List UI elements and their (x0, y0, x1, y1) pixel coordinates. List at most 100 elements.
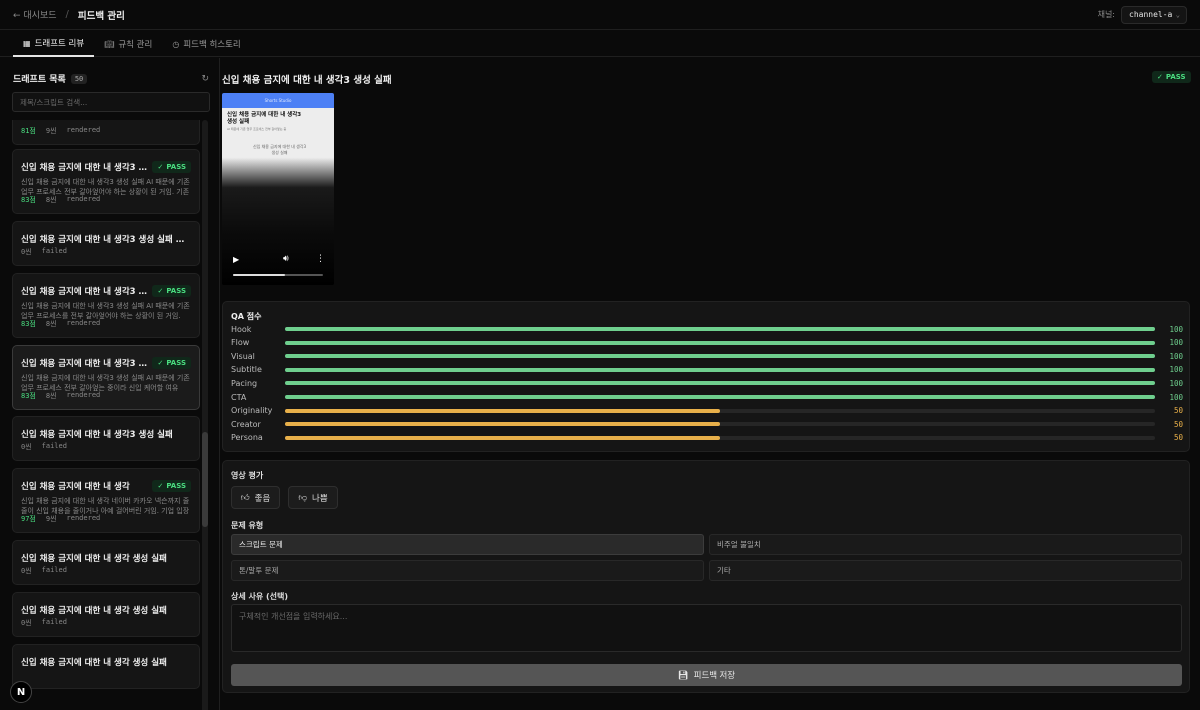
draft-list-item[interactable]: 신입 채용 금지에 대한 내 생각3 생성 실패 생성 ... 0씬 faile… (12, 221, 200, 266)
draft-title: 신입 채용 금지에 대한 내 생각3 생성 실패 (21, 430, 173, 440)
problem-option-visual[interactable]: 비주얼 불일치 (709, 534, 1182, 555)
pass-badge: ✓ PASS (152, 161, 191, 173)
draft-status: failed (41, 247, 67, 255)
qa-score-value: 100 (1169, 351, 1183, 361)
draft-list-item[interactable]: 신입 채용 금지에 대한 내 생각3 생성 실패 ✓PASS 신입 채용 금지에… (12, 273, 200, 338)
refresh-icon[interactable]: ↻ (201, 74, 209, 84)
volume-icon[interactable]: 🔊︎ (283, 254, 289, 264)
video-controls: ▶ 🔊︎ ⋮ (222, 251, 334, 285)
qa-score-fill (285, 381, 1155, 386)
draft-list-scrollbar[interactable] (202, 120, 208, 710)
draft-title: 신입 채용 금지에 대한 내 생각 생성 실패 (21, 606, 167, 616)
qa-score-fill (285, 367, 1155, 372)
draft-list-item[interactable]: 신입 채용 금지에 대한 내 생각3 생성 실패 0씬 failed (12, 416, 200, 461)
video-progress-bar[interactable] (233, 274, 323, 276)
thumbs-up-icon: 👍︎ (240, 492, 250, 503)
qa-score-value: 50 (1173, 406, 1183, 416)
qa-score-row: Pacing 100 (231, 378, 1183, 388)
draft-status: failed (41, 618, 67, 626)
good-button-label: 좋음 (254, 493, 271, 504)
qa-score-value: 100 (1169, 392, 1183, 402)
qa-score-label: Originality (231, 406, 273, 416)
draft-list-item-selected[interactable]: 신입 채용 금지에 대한 내 생각3 생성 실패 ✓PASS 신입 채용 금지에… (12, 345, 200, 410)
problem-option-other[interactable]: 기타 (709, 560, 1182, 581)
qa-score-track (285, 435, 1155, 440)
draft-meta: 83점 8씬 rendered (21, 319, 100, 329)
channel-selector-group: 채널: channel-a ⌄ (1097, 5, 1187, 24)
draft-title: 신입 채용 금지에 대한 내 생각 생성 실패 (21, 658, 167, 668)
draft-score: 83점 (21, 196, 36, 204)
draft-title: 신입 채용 금지에 대한 내 생각3 생성 실패 (21, 359, 147, 369)
video-progress-fill (233, 274, 286, 276)
draft-title: 신입 채용 금지에 대한 내 생각3 생성 실패 (21, 163, 147, 173)
pass-badge-label: PASS (166, 163, 186, 171)
reason-textarea[interactable] (231, 604, 1182, 652)
draft-list-title: 드래프트 목록 (13, 75, 66, 85)
breadcrumb-separator: / (65, 9, 69, 20)
play-icon[interactable]: ▶ (233, 255, 239, 264)
channel-select[interactable]: channel-a ⌄ (1121, 5, 1187, 24)
draft-list-item[interactable]: 신입 채용 금지에 대한 내 생각 생성 실패 0씬 failed (12, 592, 200, 637)
draft-meta: 0씬 failed (21, 566, 67, 576)
qa-score-track (285, 367, 1155, 372)
qa-score-row: Persona 50 (231, 433, 1183, 443)
tab-feedback-history[interactable]: ◷ 피드백 히스토리 (162, 31, 250, 57)
video-evaluation-card: 영상 평가 👍︎ 좋음 👎︎ 나쁨 문제 유형 스크립트 문제 비주얼 불일치 … (222, 460, 1190, 693)
scrollbar-thumb[interactable] (202, 432, 208, 527)
draft-scene-count: 0씬 (21, 248, 32, 256)
draft-meta: 0씬 failed (21, 247, 67, 257)
qa-score-label: CTA (231, 392, 247, 402)
draft-scene-count: 9씬 (45, 515, 57, 523)
draft-description: 신입 채용 금지에 대한 내 생각3 생성 실패 AI 때문에 기존 업무 프로… (21, 374, 190, 392)
qa-score-fill (285, 435, 720, 440)
problem-option-script[interactable]: 스크립트 문제 (231, 534, 704, 555)
qa-score-fill (285, 354, 1155, 359)
bad-button[interactable]: 👎︎ 나쁨 (288, 486, 338, 509)
draft-score: 83점 (21, 392, 36, 400)
video-player[interactable]: Shorts Studio 신입 채용 금지에 대한 내 생각3 생성 실패 A… (222, 93, 334, 285)
problem-option-tone[interactable]: 톤/말투 문제 (231, 560, 704, 581)
channel-label: 채널: (1097, 10, 1115, 19)
qa-score-label: Pacing (231, 378, 258, 388)
good-button[interactable]: 👍︎ 좋음 (231, 486, 280, 509)
clock-icon: ◷ (172, 39, 180, 49)
draft-list-item[interactable]: 신입 채용 금지에 대한 내 생각 생성 실패 0씬 failed (12, 540, 200, 585)
qa-score-track (285, 340, 1155, 345)
tab-draft-review[interactable]: ▦ 드래프트 리뷰 (13, 31, 95, 57)
video-headline: 신입 채용 금지에 대한 내 생각3 생성 실패 (227, 112, 302, 125)
qa-score-fill (285, 395, 1155, 399)
draft-meta: 97점 9씬 rendered (21, 514, 100, 524)
draft-list-item[interactable]: 81점 9씬 rendered (12, 120, 200, 145)
check-circle-icon: ✓ (157, 287, 164, 295)
qa-score-fill (285, 340, 1155, 345)
qa-score-fill (285, 327, 1155, 331)
top-bar: ← 대시보드 / 피드백 관리 채널: channel-a ⌄ (0, 0, 1200, 30)
more-vertical-icon[interactable]: ⋮ (316, 254, 325, 264)
qa-score-track (285, 395, 1155, 399)
draft-description: 신입 채용 금지에 대한 내 생각3 생성 실패 AI 때문에 기존 업무 프로… (21, 178, 190, 196)
draft-meta: 0씬 failed (21, 618, 67, 628)
draft-scene-count: 8씬 (45, 392, 57, 400)
draft-list-item[interactable]: 신입 채용 금지에 대한 내 생각 생성 실패 (12, 644, 200, 689)
tab-rule-management[interactable]: 📖︎ 규칙 관리 (94, 31, 162, 57)
tab-label: 피드백 히스토리 (183, 40, 241, 50)
draft-list-item[interactable]: 신입 채용 금지에 대한 내 생각3 생성 실패 ✓PASS 신입 채용 금지에… (12, 149, 200, 214)
save-feedback-button[interactable]: 💾︎ 피드백 저장 (231, 664, 1182, 686)
qa-score-row: Hook 100 (231, 324, 1183, 334)
qa-score-fill (285, 422, 720, 427)
qa-score-title: QA 점수 (231, 312, 262, 321)
qa-score-label: Creator (231, 419, 261, 429)
qa-score-track (285, 354, 1155, 359)
draft-scene-count: 0씬 (21, 619, 32, 627)
page-title: 피드백 관리 (77, 10, 125, 22)
draft-list-item[interactable]: 신입 채용 금지에 대한 내 생각 ✓ PASS 신입 채용 금지에 대한 내 생… (12, 468, 200, 533)
n-logo-icon[interactable]: N (10, 681, 32, 703)
draft-score: 97점 (21, 515, 36, 523)
qa-score-label: Hook (231, 324, 252, 334)
back-to-dashboard-link[interactable]: ← 대시보드 (13, 8, 57, 21)
qa-score-fill (285, 408, 720, 413)
qa-score-value: 50 (1173, 433, 1183, 443)
draft-search-input[interactable] (12, 92, 210, 112)
pass-badge-label: PASS (166, 482, 186, 490)
draft-list-panel: 드래프트 목록 50 ↻ 81점 9씬 rendered 신입 채용 금지에 대… (0, 58, 220, 710)
